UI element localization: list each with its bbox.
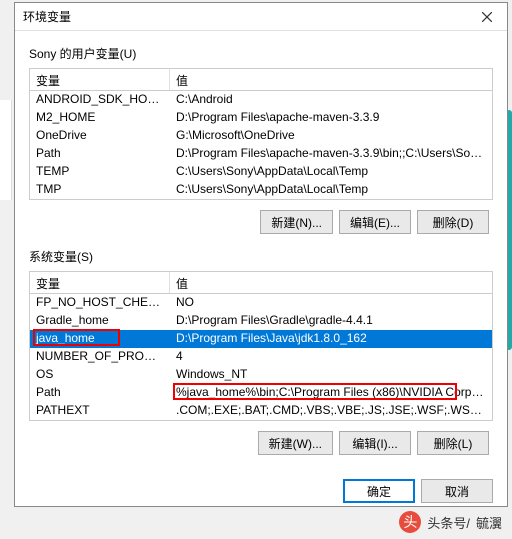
user-vars-buttons: 新建(N)... 编辑(E)... 删除(D) <box>29 200 493 244</box>
close-icon <box>482 12 492 22</box>
dialog-content: Sony 的用户变量(U) 变量 值 ANDROID_SDK_HOMEC:\An… <box>15 31 507 473</box>
sys-edit-button[interactable]: 编辑(I)... <box>339 431 411 455</box>
sys-vars-header: 变量 值 <box>30 272 492 294</box>
user-col-val-header[interactable]: 值 <box>170 69 492 90</box>
sys-vars-label: 系统变量(S) <box>29 248 493 265</box>
sys-col-val-header[interactable]: 值 <box>170 272 492 293</box>
sys-col-var-header[interactable]: 变量 <box>30 272 170 293</box>
table-row: PathD:\Program Files\apache-maven-3.3.9\… <box>30 145 492 163</box>
user-delete-button[interactable]: 删除(D) <box>417 210 489 234</box>
user-vars-table[interactable]: ANDROID_SDK_HOMEC:\Android M2_HOMED:\Pro… <box>30 91 492 199</box>
table-row: ANDROID_SDK_HOMEC:\Android <box>30 91 492 109</box>
sys-delete-button[interactable]: 删除(L) <box>417 431 489 455</box>
sys-vars-group: 变量 值 FP_NO_HOST_CHECKNO Gradle_homeD:\Pr… <box>29 271 493 421</box>
sys-vars-table[interactable]: FP_NO_HOST_CHECKNO Gradle_homeD:\Program… <box>30 294 492 420</box>
user-col-var-header[interactable]: 变量 <box>30 69 170 90</box>
dialog-footer: 确定 取消 <box>15 473 507 513</box>
table-row: TEMPC:\Users\Sony\AppData\Local\Temp <box>30 163 492 181</box>
table-row: Path%java_home%\bin;C:\Program Files (x8… <box>30 384 492 402</box>
table-row: FP_NO_HOST_CHECKNO <box>30 294 492 312</box>
watermark-name: 毓瀷 <box>476 513 502 532</box>
background-tab-edge <box>0 100 12 200</box>
user-vars-label: Sony 的用户变量(U) <box>29 45 493 62</box>
table-row: OneDriveG:\Microsoft\OneDrive <box>30 127 492 145</box>
close-button[interactable] <box>467 3 507 31</box>
table-row: PATHEXT.COM;.EXE;.BAT;.CMD;.VBS;.VBE;.JS… <box>30 402 492 420</box>
user-vars-header: 变量 值 <box>30 69 492 91</box>
watermark: 头 头条号/ 毓瀷 <box>399 511 502 533</box>
table-row: OSWindows_NT <box>30 366 492 384</box>
sys-vars-buttons: 新建(W)... 编辑(I)... 删除(L) <box>29 421 493 465</box>
table-row: M2_HOMED:\Program Files\apache-maven-3.3… <box>30 109 492 127</box>
user-edit-button[interactable]: 编辑(E)... <box>339 210 411 234</box>
table-row: NUMBER_OF_PROCESSORS4 <box>30 348 492 366</box>
watermark-prefix: 头条号/ <box>427 513 470 532</box>
env-vars-dialog: 环境变量 Sony 的用户变量(U) 变量 值 ANDROID_SDK_HOME… <box>14 2 508 507</box>
ok-button[interactable]: 确定 <box>343 479 415 503</box>
user-vars-group: 变量 值 ANDROID_SDK_HOMEC:\Android M2_HOMED… <box>29 68 493 200</box>
window-title: 环境变量 <box>23 8 71 25</box>
table-row-selected: java_homeD:\Program Files\Java\jdk1.8.0_… <box>30 330 492 348</box>
toutiao-logo-icon: 头 <box>399 511 421 533</box>
user-new-button[interactable]: 新建(N)... <box>260 210 333 234</box>
table-row: Gradle_homeD:\Program Files\Gradle\gradl… <box>30 312 492 330</box>
titlebar: 环境变量 <box>15 3 507 31</box>
cancel-button[interactable]: 取消 <box>421 479 493 503</box>
table-row: TMPC:\Users\Sony\AppData\Local\Temp <box>30 181 492 199</box>
sys-new-button[interactable]: 新建(W)... <box>258 431 333 455</box>
